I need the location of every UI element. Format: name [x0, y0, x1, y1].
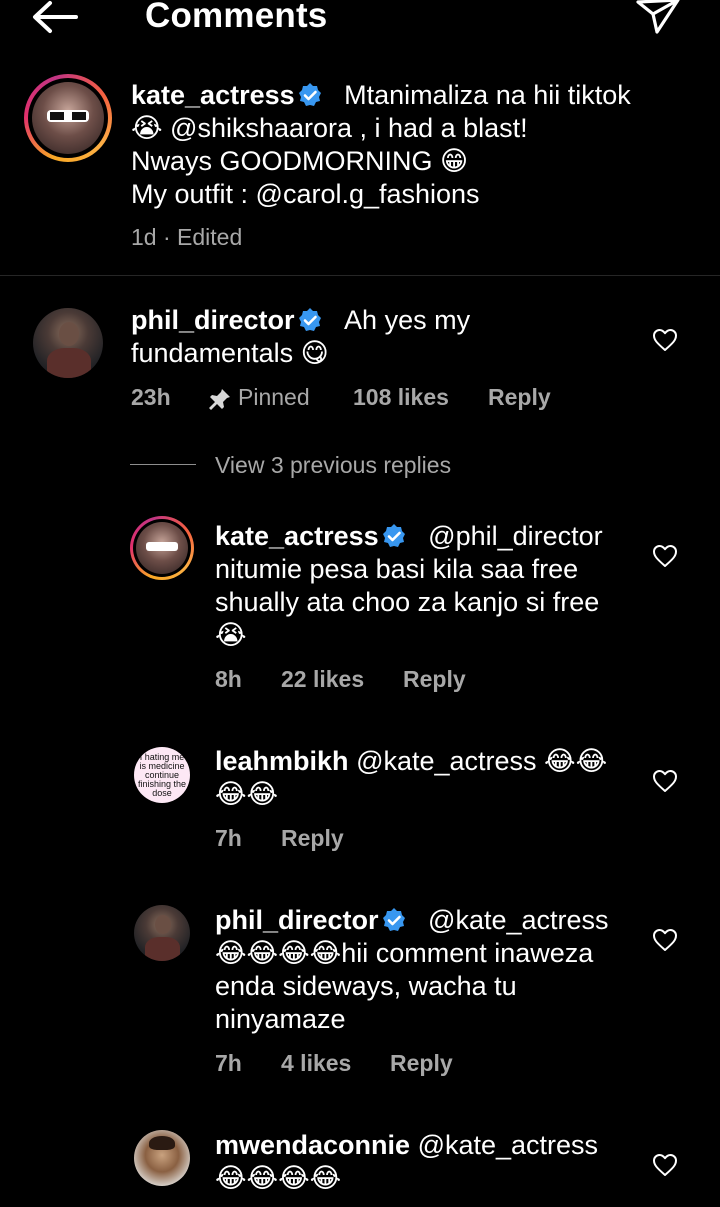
reply-button[interactable]: Reply	[390, 1050, 453, 1077]
reply-time: 7h	[215, 1050, 242, 1076]
reply-line: @kate_actress	[417, 1130, 599, 1160]
avatar-photo	[32, 82, 104, 154]
caption-line: 😭 @shikshaarora , i had a blast!	[131, 113, 528, 143]
reply-username[interactable]: phil_director	[215, 905, 379, 935]
reply-username[interactable]: kate_actress	[215, 521, 379, 551]
caption-text: kate_actress Mtanimaliza na hii tiktok 😭…	[131, 79, 691, 211]
reply-button[interactable]: Reply	[488, 384, 551, 411]
likes-count[interactable]: 4 likes	[281, 1050, 351, 1077]
reply-text: leahmbikh @kate_actress 😂😂 😂😂	[215, 745, 645, 811]
comment-line: fundamentals 😋	[131, 338, 329, 368]
reply-line: @kate_actress 😂😂	[356, 746, 608, 776]
like-heart-icon[interactable]	[652, 328, 678, 352]
caption-meta: 1d · Edited	[131, 224, 243, 250]
reply-line: @phil_director	[428, 521, 603, 551]
reply-line: ninyamaze	[215, 1004, 346, 1034]
reply-text: mwendaconnie @kate_actress 😂😂😂😂	[215, 1129, 645, 1195]
paper-plane-icon	[636, 0, 680, 34]
reply-line: 😂😂	[215, 779, 279, 809]
like-heart-icon[interactable]	[652, 769, 678, 793]
pinned-label: Pinned	[238, 384, 310, 410]
avatar[interactable]	[130, 516, 194, 580]
reply-line: 😭	[215, 620, 247, 650]
reply-line: 😂😂😂😂	[215, 1163, 342, 1193]
avatar[interactable]: I hating me is medicine continue finishi…	[134, 747, 190, 803]
reply-time: 8h	[215, 666, 242, 692]
like-heart-icon[interactable]	[652, 544, 678, 568]
comment-username[interactable]: phil_director	[131, 305, 295, 335]
caption-avatar[interactable]	[24, 74, 112, 162]
likes-count[interactable]: 22 likes	[281, 666, 364, 693]
avatar-photo	[136, 522, 188, 574]
pin-icon	[209, 389, 230, 410]
share-button[interactable]	[635, 0, 681, 36]
reply-line: @kate_actress	[428, 905, 609, 935]
verified-badge-icon	[382, 524, 405, 547]
reply-line: enda sideways, wacha tu	[215, 971, 517, 1001]
verified-badge-icon	[382, 908, 405, 931]
reply-line: shually ata choo za kanjo si free	[215, 587, 600, 617]
view-previous-replies[interactable]: View 3 previous replies	[215, 452, 451, 479]
back-button[interactable]	[30, 0, 80, 36]
arrow-left-icon	[33, 1, 78, 33]
divider	[0, 275, 720, 276]
likes-count[interactable]: 108 likes	[353, 384, 449, 411]
reply-button[interactable]: Reply	[403, 666, 466, 693]
comment-text: phil_director Ah yes my fundamentals 😋	[131, 304, 631, 370]
avatar-text: I hating me is medicine continue finishi…	[137, 751, 187, 798]
caption-line: Nways GOODMORNING 😁	[131, 146, 469, 176]
verified-badge-icon	[298, 308, 321, 331]
page-title: Comments	[145, 0, 328, 35]
verified-badge-icon	[298, 83, 321, 106]
comment-time: 23h	[131, 384, 171, 410]
caption-username[interactable]: kate_actress	[131, 80, 295, 110]
reply-time: 7h	[215, 825, 242, 851]
like-heart-icon[interactable]	[652, 928, 678, 952]
avatar[interactable]	[134, 1130, 190, 1186]
caption-line: Mtanimaliza na hii tiktok	[344, 80, 631, 110]
reply-text: kate_actress @phil_director nitumie pesa…	[215, 520, 645, 652]
comment-line: Ah yes my	[344, 305, 471, 335]
caption-line: My outfit : @carol.g_fashions	[131, 179, 480, 209]
reply-button[interactable]: Reply	[281, 825, 344, 852]
avatar[interactable]	[33, 308, 103, 378]
reply-username[interactable]: mwendaconnie	[215, 1130, 410, 1160]
reply-line: 😂😂😂😂hii comment inaweza	[215, 938, 594, 968]
reply-username[interactable]: leahmbikh	[215, 746, 349, 776]
view-replies-line	[130, 464, 196, 465]
reply-line: nitumie pesa basi kila saa free	[215, 554, 579, 584]
avatar[interactable]	[134, 905, 190, 961]
like-heart-icon[interactable]	[652, 1153, 678, 1177]
reply-text: phil_director @kate_actress 😂😂😂😂hii comm…	[215, 904, 645, 1036]
